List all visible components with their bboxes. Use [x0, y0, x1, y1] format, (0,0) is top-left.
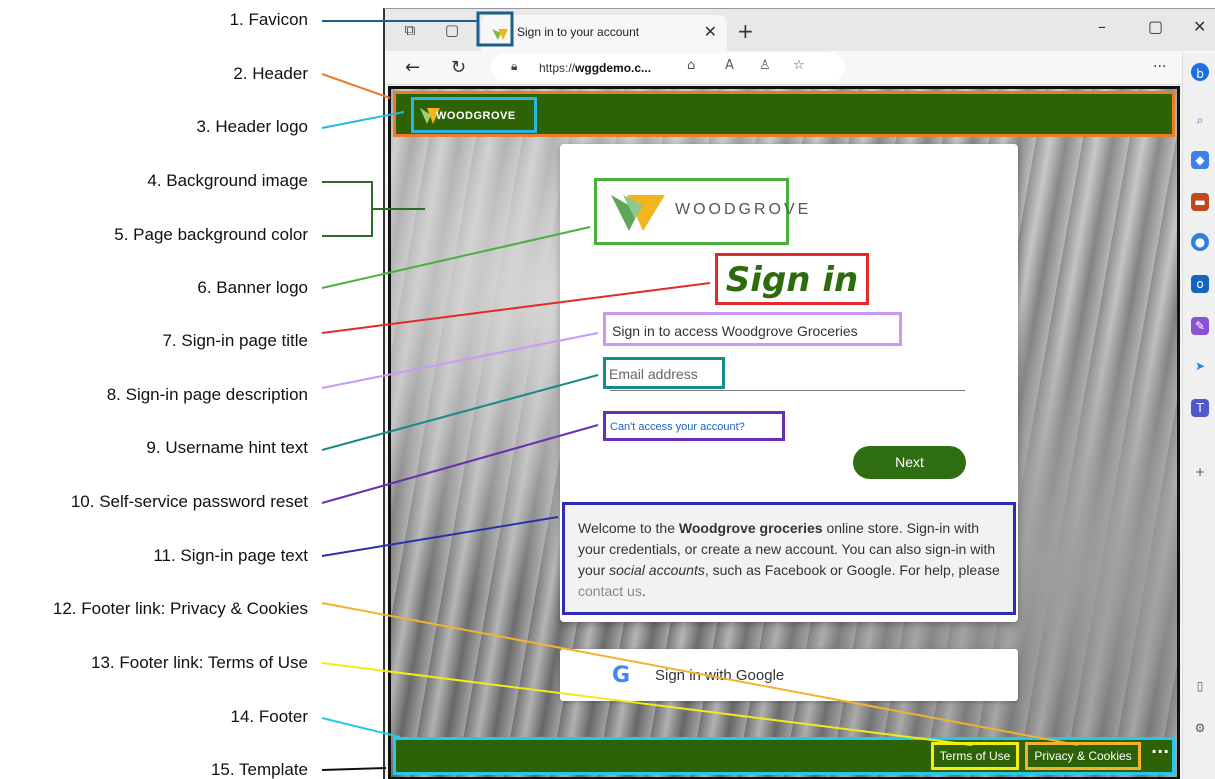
read-aloud-icon[interactable]: A	[725, 58, 734, 73]
password-reset-box: Can't access your account?	[603, 411, 785, 441]
annotation-header: 2. Header	[233, 64, 308, 83]
tab-active[interactable]: Sign in to your account ✕	[481, 15, 727, 51]
header-logo[interactable]: WOODGROVE	[411, 97, 537, 133]
annotation-header-logo: 3. Header logo	[196, 117, 308, 136]
close-icon[interactable]: ✕	[704, 22, 717, 41]
teams-icon[interactable]: T	[1191, 399, 1209, 417]
send-icon[interactable]: ➤	[1191, 357, 1209, 375]
annotation-sign-in-title: 7. Sign-in page title	[162, 331, 308, 350]
google-sign-in-button[interactable]: G Sign in with Google	[560, 649, 1018, 701]
annotation-page-background-color: 5. Page background color	[114, 225, 308, 244]
leader-background	[322, 181, 373, 237]
workspaces-icon[interactable]: ⧉	[399, 19, 421, 41]
tab-actions-icon[interactable]: ▢	[441, 19, 463, 41]
back-icon[interactable]: ←	[405, 57, 420, 78]
url-text: https://wggdemo.c...	[539, 61, 652, 75]
copilot-icon[interactable]: ●	[1191, 233, 1209, 251]
next-button[interactable]: Next	[853, 446, 966, 479]
briefcase-icon[interactable]: ▬	[1191, 193, 1209, 211]
annotation-background-image: 4. Background image	[147, 171, 308, 190]
annotation-username-hint: 9. Username hint text	[146, 438, 308, 457]
add-icon[interactable]: +	[1191, 463, 1209, 481]
sign-in-page-text-body: Welcome to the Woodgrove groceries onlin…	[578, 520, 1000, 599]
banner-logo-icon	[611, 195, 665, 231]
annotation-terms-link: 13. Footer link: Terms of Use	[91, 653, 308, 672]
sign-in-page-text: Welcome to the Woodgrove groceries onlin…	[562, 502, 1016, 615]
bing-icon[interactable]: b	[1191, 63, 1209, 81]
browser-window: ⧉ ▢ Sign in to your account ✕ + – ▢ ✕ ← …	[383, 8, 1215, 779]
maximize-icon[interactable]: ▢	[1148, 17, 1163, 36]
annotation-sign-in-description: 8. Sign-in page description	[106, 385, 308, 404]
settings-icon[interactable]: ⚙	[1191, 719, 1209, 737]
annotation-banner-logo: 6. Banner logo	[197, 278, 308, 297]
banner-logo-text: WOODGROVE	[675, 201, 812, 218]
annotation-password-reset: 10. Self-service password reset	[70, 492, 308, 511]
google-icon: G	[612, 663, 631, 688]
annotation-privacy-link: 12. Footer link: Privacy & Cookies	[52, 599, 308, 618]
annotation-footer: 14. Footer	[230, 707, 309, 726]
lock-icon[interactable]: 🔒︎	[511, 59, 517, 74]
google-sign-in-label: Sign in with Google	[655, 667, 785, 684]
designer-icon[interactable]: ✎	[1191, 317, 1209, 335]
annotation-template: 15. Template	[210, 760, 308, 779]
page-header: WOODGROVE	[393, 91, 1175, 137]
privacy-cookies-link[interactable]: Privacy & Cookies	[1025, 742, 1141, 770]
terms-of-use-link[interactable]: Terms of Use	[931, 742, 1019, 770]
leader-header	[321, 73, 391, 99]
favicon-icon	[489, 23, 511, 45]
new-tab-icon[interactable]: +	[737, 19, 754, 43]
window-close-icon[interactable]: ✕	[1193, 17, 1206, 36]
leader-template	[321, 767, 387, 771]
footer-more-icon[interactable]: ···	[1151, 742, 1169, 761]
username-hint-box	[603, 357, 725, 389]
tab-bar: ⧉ ▢ Sign in to your account ✕ + – ▢ ✕	[385, 9, 1215, 51]
banner-logo: WOODGROVE	[594, 178, 808, 245]
sign-in-description-box: Sign in to access Woodgrove Groceries	[603, 312, 902, 346]
sign-in-title: Sign in	[725, 260, 859, 300]
password-reset-link[interactable]: Can't access your account?	[610, 421, 745, 433]
page-footer: Terms of Use Privacy & Cookies ···	[393, 737, 1175, 775]
edge-sidebar: b ⌕ ◆ ▬ ● o ✎ ➤ T + ▯ ⚙	[1182, 53, 1215, 779]
more-icon[interactable]: ···	[1153, 59, 1166, 75]
sign-in-title-box: Sign in	[715, 253, 869, 305]
email-field[interactable]	[609, 363, 719, 385]
sidebar-icon[interactable]: ▯	[1191, 677, 1209, 695]
address-bar: ← ↻ 🔒︎ https://wggdemo.c... ⌂ A ♙ ☆ ···	[385, 51, 1215, 85]
page-template: WOODGROVE WOODGROVE Sign in Sign in to a…	[388, 86, 1180, 779]
header-logo-text: WOODGROVE	[436, 110, 516, 122]
sign-in-description: Sign in to access Woodgrove Groceries	[612, 323, 858, 339]
tab-title: Sign in to your account	[517, 25, 640, 39]
url-field[interactable]: 🔒︎ https://wggdemo.c... ⌂ A ♙ ☆	[491, 53, 845, 82]
refresh-icon[interactable]: ↻	[451, 57, 466, 78]
sign-in-card: WOODGROVE Sign in Sign in to access Wood…	[560, 144, 1018, 622]
profile-icon[interactable]: ♙	[759, 58, 771, 73]
annotation-favicon: 1. Favicon	[229, 10, 308, 29]
tag-icon[interactable]: ◆	[1191, 151, 1209, 169]
minimize-icon[interactable]: –	[1098, 17, 1106, 36]
annotation-sign-in-text: 11. Sign-in page text	[153, 546, 308, 565]
contact-us-link[interactable]: contact us	[578, 583, 642, 599]
app-available-icon[interactable]: ⌂	[687, 58, 695, 73]
search-icon[interactable]: ⌕	[1191, 111, 1209, 129]
email-underline	[610, 390, 965, 391]
favorite-icon[interactable]: ☆	[793, 58, 805, 73]
outlook-icon[interactable]: o	[1191, 275, 1209, 293]
